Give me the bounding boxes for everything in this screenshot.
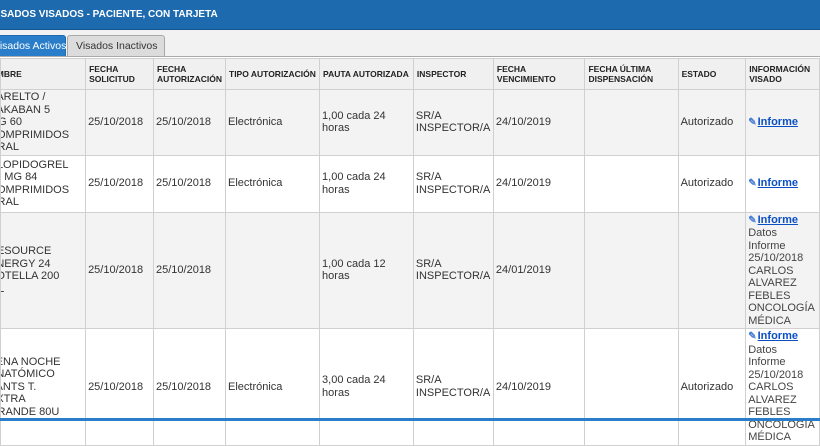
cell-fecha-solicitud: 25/10/2018	[85, 89, 154, 156]
cell-tipo-autorizacion: Electrónica	[224, 154, 321, 213]
panel-header: VISADOS VISADOS - PACIENTE, CON TARJETA	[0, 0, 820, 30]
cell-fecha-solicitud: 25/10/2018	[85, 154, 154, 213]
cell-fecha-solicitud: 25/10/2018	[85, 211, 154, 329]
cell-pauta-autorizada: 1,00 cada 24 horas	[319, 89, 414, 156]
cell-informacion-visado: ✎Informe Datos Informe 25/10/2018 CARLOS…	[745, 211, 820, 329]
cell-tipo-autorizacion: Electrónica	[224, 328, 321, 446]
informe-details: Datos Informe 25/10/2018 CARLOS ALVAREZ …	[748, 343, 815, 444]
column-header-fecha-autorizacion[interactable]: FECHA AUTORIZACIÓN	[153, 58, 226, 90]
cell-nombre: TENA NOCHE ANATÓMICO PANTS T. EXTRA GRAN…	[0, 328, 87, 446]
cell-tipo-autorizacion	[224, 211, 321, 329]
column-header-tipo-autorizacion[interactable]: TIPO AUTORIZACIÓN	[224, 58, 321, 90]
column-header-fecha-vencimiento[interactable]: FECHA VENCIMIENTO	[492, 58, 586, 90]
table-row: RESOURCE ENERGY 24 BOTELLA 200 ML 25/10/…	[0, 211, 820, 329]
cell-fecha-solicitud: 25/10/2018	[85, 328, 154, 446]
cell-pauta-autorizada: 3,00 cada 24 horas	[319, 328, 414, 446]
tab-visados-inactivos[interactable]: Visados Inactivos	[67, 35, 165, 56]
column-header-pauta-autorizada[interactable]: PAUTA AUTORIZADA	[319, 58, 414, 90]
cell-inspector: SR/A INSPECTOR/A	[412, 211, 494, 329]
tab-bar: Visados Activos Visados Inactivos	[0, 30, 820, 57]
paperclip-icon: ✎	[748, 177, 757, 189]
cell-fecha-vencimiento: 24/01/2019	[492, 211, 586, 329]
cell-inspector: SR/A INSPECTOR/A	[412, 328, 494, 446]
cell-informacion-visado: ✎Informe Datos Informe 25/10/2018 CARLOS…	[745, 328, 820, 446]
cell-inspector: SR/A INSPECTOR/A	[412, 89, 494, 156]
informe-link[interactable]: ✎Informe	[748, 214, 798, 226]
cell-estado: Autorizado	[677, 328, 747, 446]
column-header-informacion-visado[interactable]: INFORMACIÓN VISADO	[745, 58, 820, 90]
cell-fecha-vencimiento: 24/10/2019	[492, 89, 586, 156]
cell-tipo-autorizacion: Electrónica	[224, 89, 321, 156]
cell-informacion-visado: ✎Informe	[745, 89, 820, 156]
cell-estado: Autorizado	[677, 89, 747, 156]
column-header-fecha-ultima-dispensacion[interactable]: FECHA ÚLTIMA DISPENSACIÓN	[584, 58, 679, 90]
cell-fecha-autorizacion: 25/10/2018	[153, 154, 226, 213]
table-row: TENA NOCHE ANATÓMICO PANTS T. EXTRA GRAN…	[0, 328, 820, 446]
informe-link[interactable]: ✎Informe	[748, 177, 798, 189]
column-header-inspector[interactable]: INSPECTOR	[412, 58, 494, 90]
cell-inspector: SR/A INSPECTOR/A	[412, 154, 494, 213]
informe-details: Datos Informe 25/10/2018 CARLOS ALVAREZ …	[748, 227, 815, 327]
cell-informacion-visado: ✎Informe	[745, 154, 820, 213]
cell-fecha-ultima-dispensacion	[584, 89, 679, 156]
paperclip-icon: ✎	[748, 331, 757, 342]
tab-visados-activos[interactable]: Visados Activos	[0, 35, 66, 56]
cell-fecha-vencimiento: 24/10/2019	[492, 154, 586, 213]
paperclip-icon: ✎	[748, 116, 757, 128]
table-header-row: NOMBRE FECHA SOLICITUD FECHA AUTORIZACIÓ…	[0, 58, 820, 90]
cell-pauta-autorizada: 1,00 cada 12 horas	[319, 211, 414, 329]
cell-fecha-ultima-dispensacion	[584, 211, 679, 329]
cell-nombre: CLOPIDOGREL 75 MG 84 COMPRIMIDOS ORAL	[0, 154, 87, 213]
table-row: CLOPIDOGREL 75 MG 84 COMPRIMIDOS ORAL 25…	[0, 154, 820, 213]
informe-link[interactable]: ✎Informe	[748, 116, 798, 128]
cell-fecha-ultima-dispensacion	[584, 328, 679, 446]
table-row: XARELTO / XAKABAN 5 MG 60 COMPRIMIDOS OR…	[0, 89, 820, 156]
cell-nombre: RESOURCE ENERGY 24 BOTELLA 200 ML	[0, 211, 87, 329]
column-header-nombre[interactable]: NOMBRE	[0, 58, 87, 90]
cell-estado: Autorizado	[677, 154, 747, 213]
cell-nombre: XARELTO / XAKABAN 5 MG 60 COMPRIMIDOS OR…	[0, 89, 87, 156]
column-header-estado[interactable]: ESTADO	[677, 58, 747, 90]
visados-table: NOMBRE FECHA SOLICITUD FECHA AUTORIZACIÓ…	[0, 58, 820, 446]
cell-pauta-autorizada: 1,00 cada 24 horas	[319, 154, 414, 213]
cell-estado	[677, 211, 747, 329]
column-header-fecha-solicitud[interactable]: FECHA SOLICITUD	[85, 58, 154, 90]
cell-fecha-ultima-dispensacion	[584, 154, 679, 213]
paperclip-icon: ✎	[748, 214, 757, 226]
cell-fecha-autorizacion: 25/10/2018	[153, 211, 226, 329]
cell-fecha-autorizacion: 25/10/2018	[153, 328, 226, 446]
panel-title: VISADOS VISADOS - PACIENTE, CON TARJETA	[0, 9, 218, 20]
informe-link[interactable]: ✎Informe	[748, 330, 798, 342]
cell-fecha-autorizacion: 25/10/2018	[153, 89, 226, 156]
cell-fecha-vencimiento: 24/10/2019	[492, 328, 586, 446]
